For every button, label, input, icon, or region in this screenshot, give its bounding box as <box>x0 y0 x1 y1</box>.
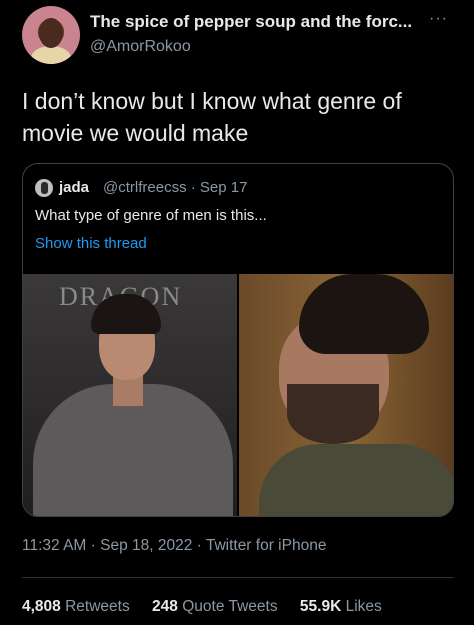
engagement-stats: 4,808 Retweets 248 Quote Tweets 55.9K Li… <box>22 598 400 616</box>
retweets-count: 4,808 <box>22 598 61 615</box>
photo-right-body <box>259 444 453 516</box>
avatar[interactable] <box>22 6 80 64</box>
more-options-icon[interactable]: ··· <box>429 11 455 27</box>
quote-tweets-label: Quote Tweets <box>182 598 278 615</box>
author-display-name[interactable]: The spice of pepper soup and the forc... <box>90 12 412 32</box>
show-thread-link[interactable]: Show this thread <box>35 235 147 252</box>
avatar-shirt <box>31 46 71 64</box>
photo-right-hair <box>299 274 429 354</box>
retweets-label: Retweets <box>65 598 130 615</box>
tweet-header: The spice of pepper soup and the forc...… <box>0 0 474 78</box>
photo-right-beard <box>287 384 379 444</box>
quoted-author-meta: @ctrlfreecss · Sep 17 <box>103 179 248 196</box>
quoted-tweet-text: What type of genre of men is this... <box>35 207 267 224</box>
quoted-avatar <box>35 179 53 197</box>
quote-tweets-count: 248 <box>152 598 178 615</box>
retweets-stat[interactable]: 4,808 Retweets <box>22 598 130 616</box>
author-handle[interactable]: @AmorRokoo <box>90 38 191 56</box>
media-photo-left[interactable]: DRAGON <box>23 274 237 516</box>
quote-tweets-stat[interactable]: 248 Quote Tweets <box>152 598 278 616</box>
likes-count: 55.9K <box>299 598 342 615</box>
quoted-media[interactable]: DRAGON <box>23 274 453 516</box>
likes-label: Likes <box>345 598 382 615</box>
likes-stat[interactable]: 55.9K Likes <box>300 598 382 616</box>
divider <box>22 577 454 578</box>
tweet-timestamp[interactable]: 11:32 AM · Sep 18, 2022 · Twitter for iP… <box>22 537 326 555</box>
quoted-tweet-card[interactable]: jada @ctrlfreecss · Sep 17 What type of … <box>22 163 454 517</box>
tweet-text: I don’t know but I know what genre of mo… <box>22 88 402 146</box>
avatar-face <box>39 18 63 48</box>
media-photo-right[interactable] <box>239 274 453 516</box>
quoted-author-name: jada <box>59 179 90 196</box>
